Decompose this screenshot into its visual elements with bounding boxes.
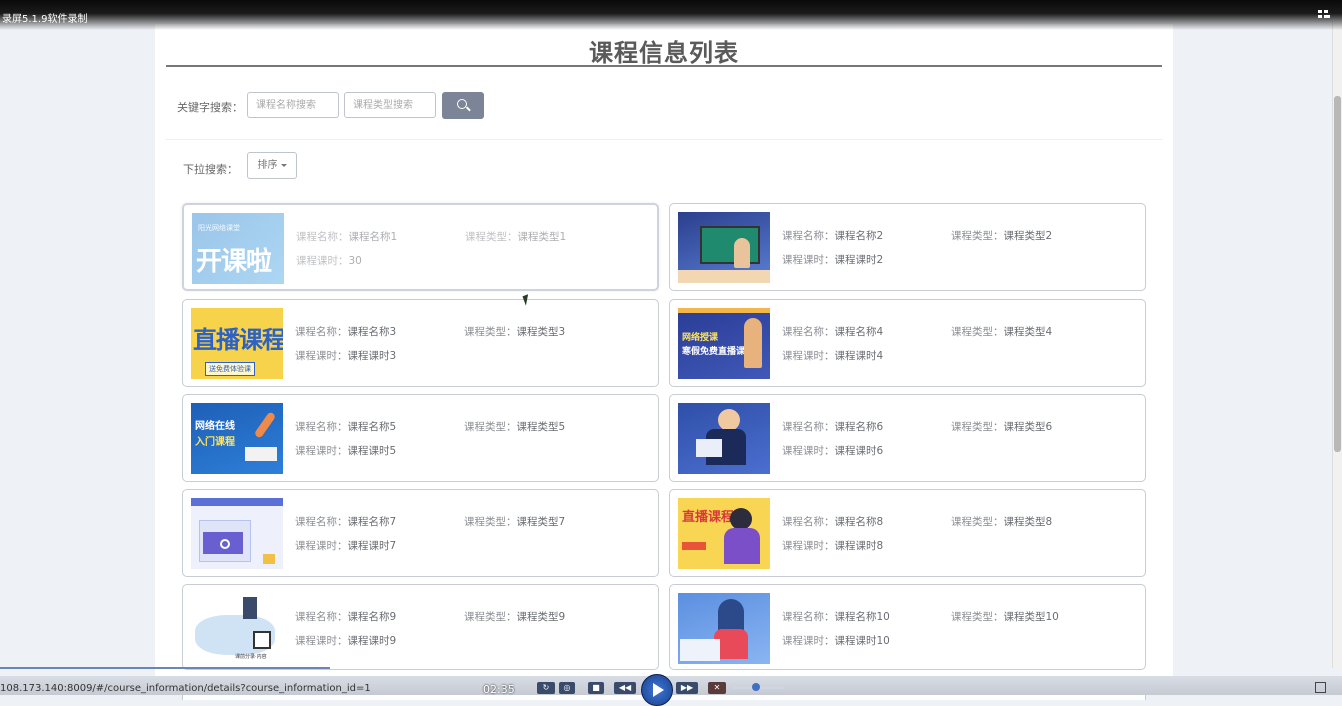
course-card-8[interactable]: 直播课程 课程名称：课程名称8 课程类型：课程类型8 课程课时：课程课时8 <box>669 489 1146 577</box>
course-card-1[interactable]: 阳光网络课堂 开课啦 课程名称：课程名称1 课程类型：课程类型1 课程课时：30 <box>182 203 659 291</box>
rewind-icon[interactable]: ◀◀ <box>614 682 636 694</box>
course-card-2[interactable]: 课程名称：课程名称2 课程类型：课程类型2 课程课时：课程课时2 <box>669 203 1146 291</box>
course-card-5[interactable]: 网络在线 入门课程 课程名称：课程名称5 课程类型：课程类型5 课程课时：课程课… <box>182 394 659 482</box>
course-thumbnail: 直播课程 <box>678 498 770 569</box>
sort-dropdown[interactable]: 排序 <box>247 152 297 179</box>
course-name: 课程名称9 <box>347 611 397 623</box>
course-hours: 课程课时6 <box>834 445 884 457</box>
course-card-4[interactable]: 网络授课 寒假免费直播课 课程名称：课程名称4 课程类型：课程类型4 课程课时：… <box>669 299 1146 387</box>
course-hours: 课程课时7 <box>347 540 397 552</box>
course-type: 课程类型4 <box>1003 326 1053 338</box>
course-name-search-input[interactable] <box>247 92 339 118</box>
keyword-search-label: 关键字搜索： <box>177 101 243 114</box>
course-thumbnail <box>191 498 283 569</box>
course-name: 课程名称2 <box>834 230 884 242</box>
recorder-title: 录屏5.1.9软件录制 <box>2 14 88 25</box>
course-hours: 课程课时2 <box>834 254 884 266</box>
course-thumbnail <box>678 212 770 283</box>
course-name: 课程名称4 <box>834 326 884 338</box>
course-name: 课程名称1 <box>348 231 398 243</box>
fullscreen-icon[interactable] <box>1315 682 1326 693</box>
course-name: 课程名称7 <box>347 516 397 528</box>
course-hours: 课程课时10 <box>834 635 890 647</box>
stop-icon[interactable]: ■ <box>588 682 604 694</box>
course-card-9[interactable]: 课前分录·内容 课程名称：课程名称9 课程类型：课程类型9 课程课时：课程课时9 <box>182 584 659 670</box>
caret-down-icon <box>280 163 287 167</box>
course-type: 课程类型3 <box>516 326 566 338</box>
course-type: 课程类型7 <box>516 516 566 528</box>
recorder-media-bar: 02:35 ↻ ◎ ■ ◀◀ ▶▶ ✕ <box>0 665 1342 706</box>
scrollbar-thumb[interactable] <box>1334 96 1341 452</box>
course-type: 课程类型5 <box>516 421 566 433</box>
refresh-icon[interactable]: ◎ <box>559 682 575 694</box>
course-card-10[interactable]: 课程名称：课程名称10 课程类型：课程类型10 课程课时：课程课时10 <box>669 584 1146 670</box>
course-thumbnail: 课前分录·内容 <box>191 593 283 664</box>
play-icon[interactable] <box>641 674 673 706</box>
course-type: 课程类型2 <box>1003 230 1053 242</box>
loop-icon[interactable]: ↻ <box>537 682 555 694</box>
course-name: 课程名称8 <box>834 516 884 528</box>
course-card-7[interactable]: 课程名称：课程名称7 课程类型：课程类型7 课程课时：课程课时7 <box>182 489 659 577</box>
mute-icon[interactable]: ✕ <box>708 682 726 694</box>
course-name: 课程名称3 <box>347 326 397 338</box>
course-type: 课程类型6 <box>1003 421 1053 433</box>
fast-forward-icon[interactable]: ▶▶ <box>676 682 698 694</box>
playback-time: 02:35 <box>483 683 515 696</box>
course-type: 课程类型10 <box>1003 611 1059 623</box>
course-hours: 课程课时9 <box>347 635 397 647</box>
course-hours: 课程课时3 <box>347 350 397 362</box>
dropdown-search-label: 下拉搜索： <box>183 163 238 176</box>
title-divider <box>166 65 1162 67</box>
course-name: 课程名称6 <box>834 421 884 433</box>
course-hours: 课程课时8 <box>834 540 884 552</box>
course-type-search-input[interactable] <box>344 92 436 118</box>
recorder-top-bar: 录屏5.1.9软件录制 <box>0 0 1342 30</box>
course-type: 课程类型1 <box>517 231 567 243</box>
course-type: 课程类型9 <box>516 611 566 623</box>
course-type: 课程类型8 <box>1003 516 1053 528</box>
volume-knob[interactable] <box>752 683 760 691</box>
course-name: 课程名称5 <box>347 421 397 433</box>
page-scrollbar[interactable] <box>1332 20 1342 668</box>
course-card-3[interactable]: 直播课程 送免费体验课 课程名称：课程名称3 课程类型：课程类型3 课程课时：课… <box>182 299 659 387</box>
course-thumbnail: 网络在线 入门课程 <box>191 403 283 474</box>
course-thumbnail <box>678 403 770 474</box>
course-name: 课程名称10 <box>834 611 890 623</box>
course-hours: 30 <box>348 255 362 267</box>
grid-icon[interactable] <box>1318 10 1330 20</box>
course-thumbnail: 网络授课 寒假免费直播课 <box>678 308 770 379</box>
page-title: 课程信息列表 <box>589 39 739 67</box>
filter-divider <box>166 139 1162 140</box>
search-button[interactable] <box>442 92 484 119</box>
course-card-6[interactable]: 课程名称：课程名称6 课程类型：课程类型6 课程课时：课程课时6 <box>669 394 1146 482</box>
course-thumbnail: 阳光网络课堂 开课啦 <box>192 213 284 284</box>
course-hours: 课程课时5 <box>347 445 397 457</box>
course-hours: 课程课时4 <box>834 350 884 362</box>
playback-progress[interactable] <box>0 667 330 669</box>
course-thumbnail <box>678 593 770 664</box>
course-thumbnail: 直播课程 送免费体验课 <box>191 308 283 379</box>
